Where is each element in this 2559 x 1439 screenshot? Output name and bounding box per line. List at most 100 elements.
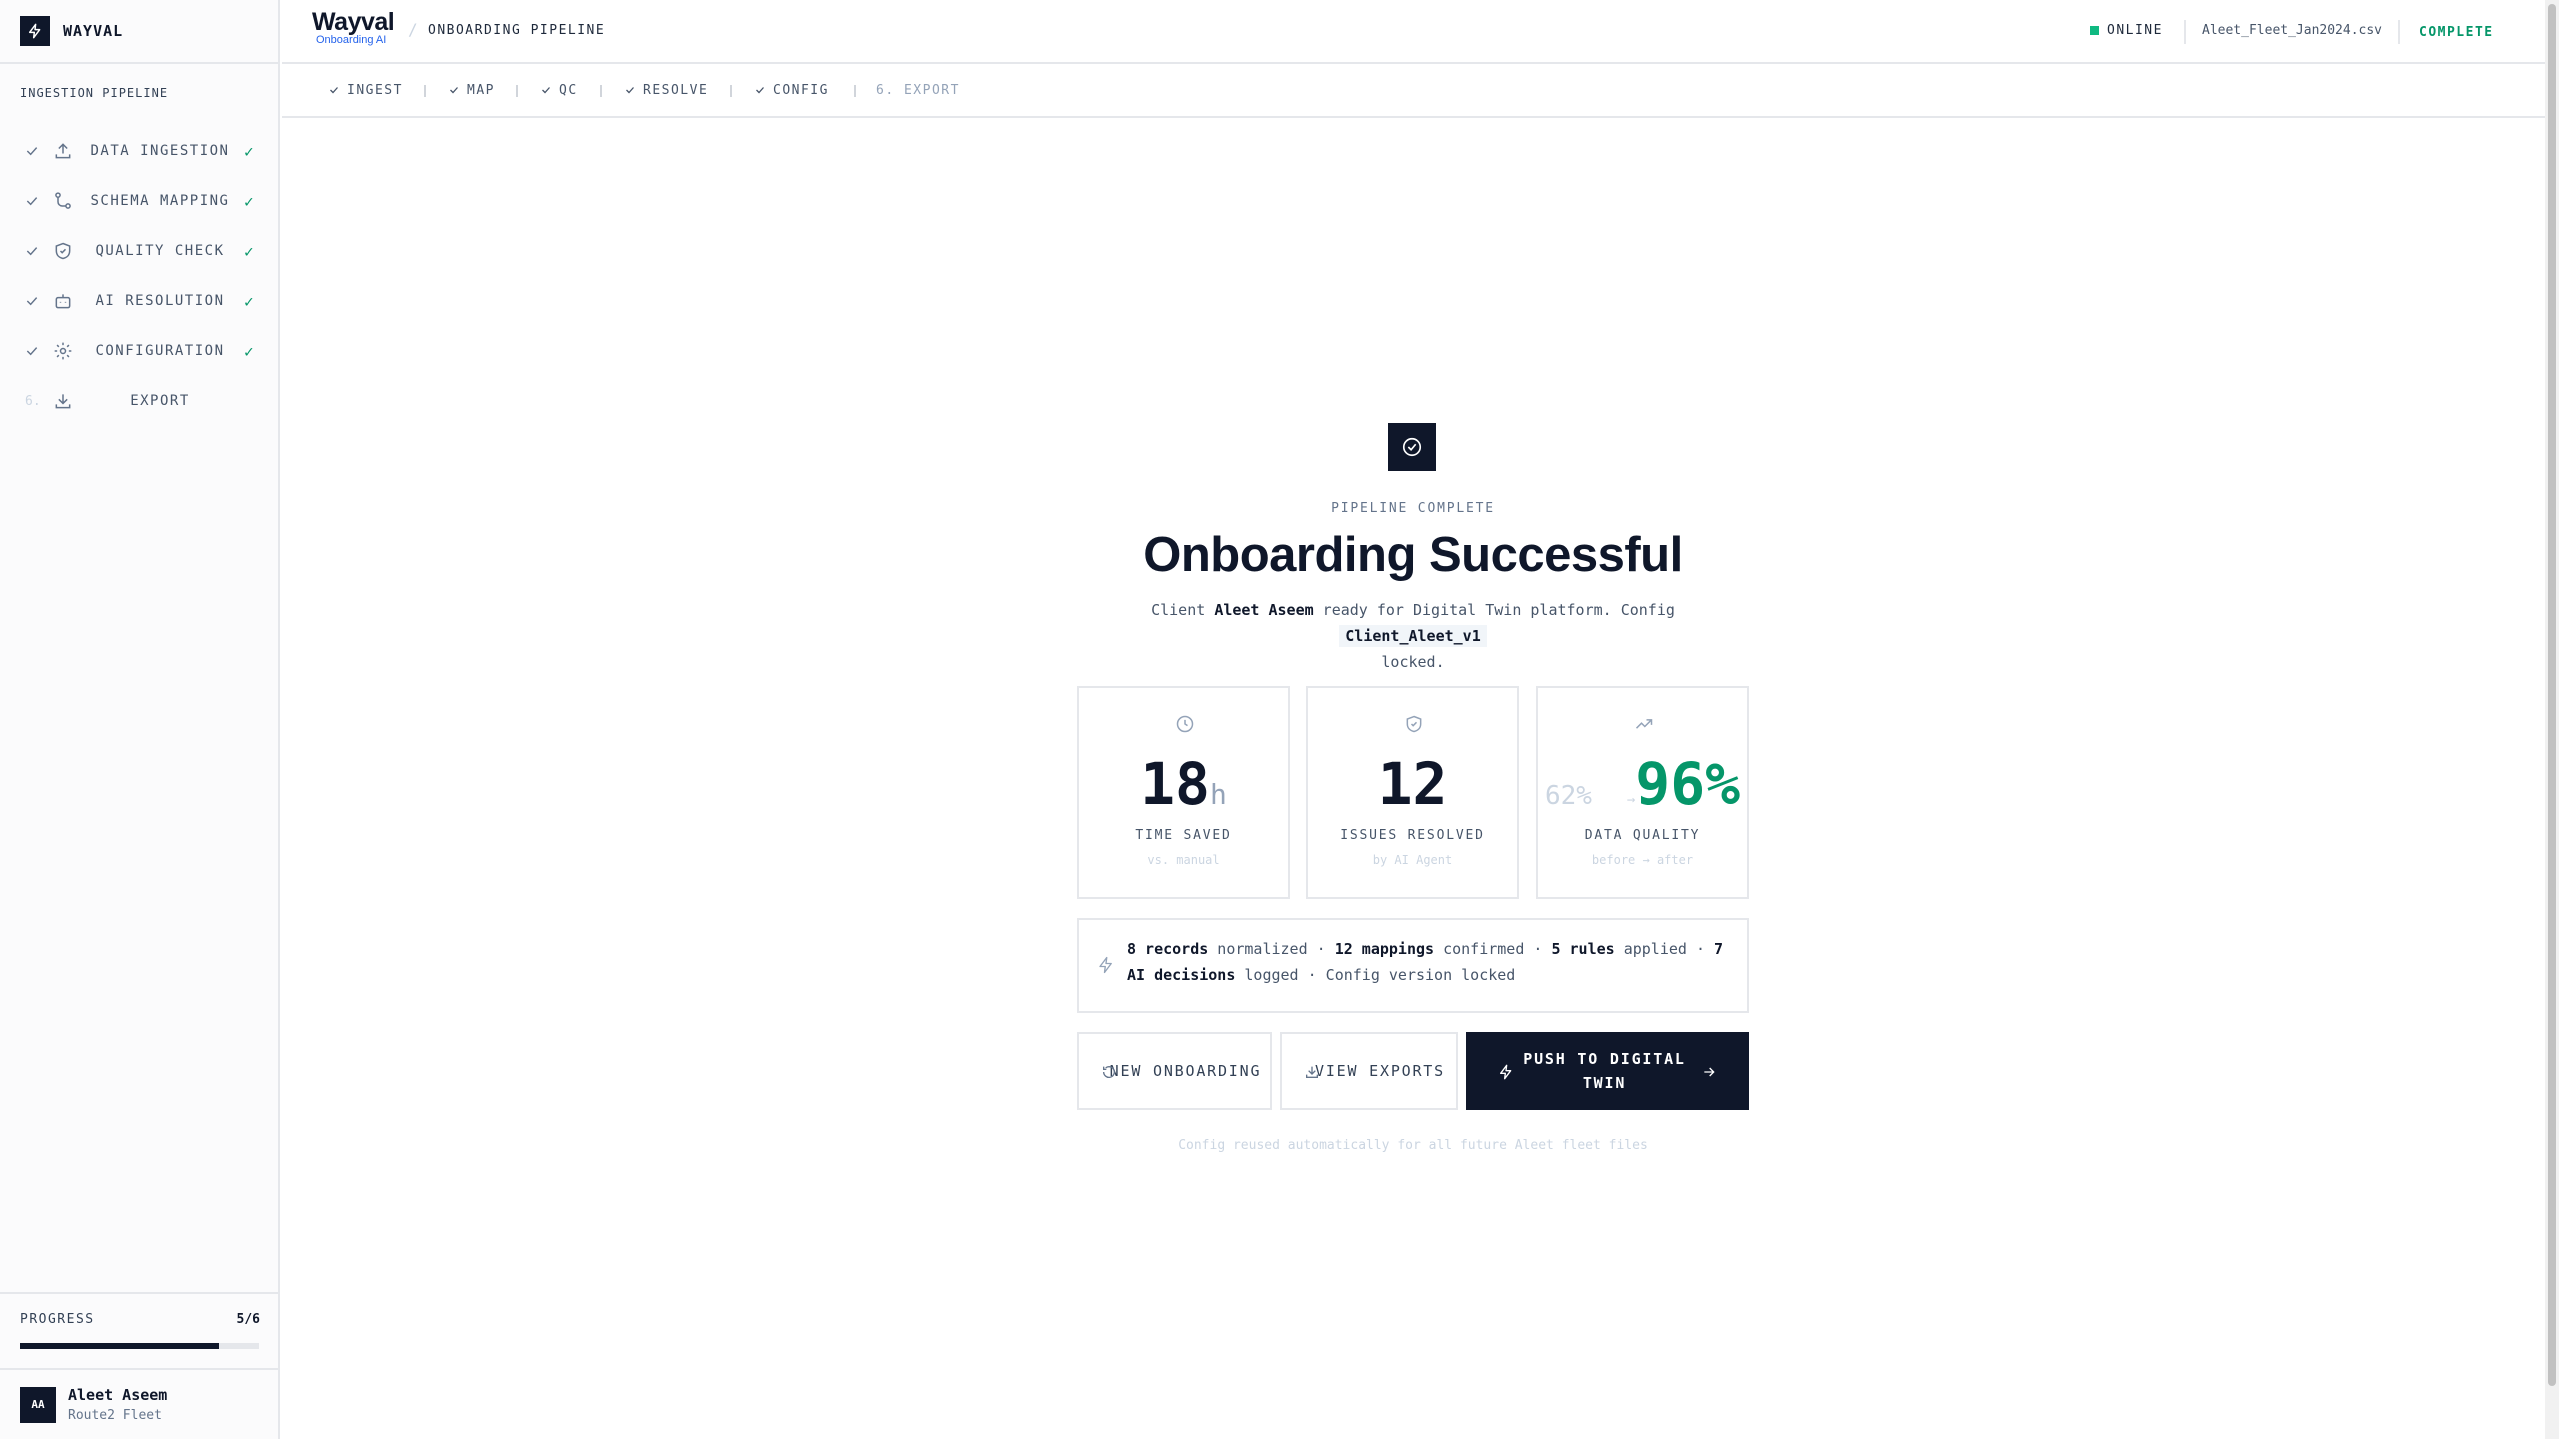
brand[interactable]: WAYVAL — [0, 0, 278, 64]
button-label: PUSH TO DIGITAL TWIN — [1523, 1050, 1686, 1092]
tab-resolve[interactable]: RESOLVE — [624, 64, 708, 116]
sidebar-step-data-ingestion[interactable]: DATA INGESTION ✓ — [0, 126, 280, 176]
done-checkmark: ✓ — [244, 241, 254, 261]
done-checkmark: ✓ — [244, 341, 254, 361]
stat-value: 18h — [1079, 750, 1288, 818]
summary-box: 8 records normalized · 12 mappings confi… — [1077, 918, 1749, 1013]
sidebar-step-export[interactable]: 6. EXPORT — [0, 376, 280, 426]
complete-badge: COMPLETE — [2419, 25, 2494, 40]
stat-sub: before → after — [1591, 853, 1694, 867]
summary-part: applied · — [1614, 940, 1715, 958]
check-icon — [542, 87, 550, 94]
tab-label: 6. EXPORT — [876, 82, 960, 98]
view-exports-button[interactable]: VIEW EXPORTS — [1280, 1032, 1458, 1110]
step-tabs: INGEST MAP QC RESOLVE CONFIG 6. EXPORT — [282, 64, 2545, 118]
scrollbar-thumb[interactable] — [2548, 4, 2556, 1386]
sidebar-step-quality-check[interactable]: QUALITY CHECK ✓ — [0, 226, 280, 276]
action-buttons: NEW ONBOARDING VIEW EXPORTS PUSH TO DIGI… — [1077, 1032, 1749, 1110]
check-icon — [26, 347, 38, 356]
time-saved-value: 18 — [1140, 750, 1210, 818]
download-icon — [55, 394, 71, 409]
sidebar-step-label: EXPORT — [130, 393, 190, 409]
header-divider — [2184, 20, 2186, 44]
file-name: Aleet_Fleet_Jan2024.csv — [2202, 23, 2383, 38]
client-name: Aleet Aseem — [1214, 601, 1314, 619]
stat-value: 62% →96% — [1538, 750, 1747, 818]
bolt-logo-icon — [20, 16, 50, 46]
check-icon — [26, 197, 38, 206]
tab-divider — [730, 85, 732, 97]
desc-text: Client — [1151, 601, 1215, 619]
gear-icon — [54, 342, 72, 360]
breadcrumb[interactable]: ONBOARDING PIPELINE — [428, 23, 605, 38]
done-checkmark: ✓ — [244, 191, 254, 211]
trending-up-icon — [1635, 719, 1653, 729]
records-count: 8 records — [1127, 940, 1209, 958]
check-icon — [26, 147, 38, 156]
desc-text: ready for Digital Twin platform. Config — [1313, 601, 1675, 619]
upload-icon — [55, 143, 71, 159]
user-profile[interactable]: AA Aleet Aseem Route2 Fleet — [0, 1368, 280, 1439]
rules-count: 5 rules — [1551, 940, 1615, 958]
logo-wordmark: Wayval — [312, 8, 395, 36]
check-icon — [450, 87, 458, 94]
tab-map[interactable]: MAP — [448, 64, 495, 116]
sidebar-step-schema-mapping[interactable]: SCHEMA MAPPING ✓ — [0, 176, 280, 226]
tab-qc[interactable]: QC — [540, 64, 578, 116]
tab-label: MAP — [467, 82, 495, 98]
main-content: PIPELINE COMPLETE Onboarding Successful … — [282, 118, 2545, 1439]
done-checkmark: ✓ — [244, 291, 254, 311]
bot-icon — [55, 294, 71, 309]
summary-part: confirmed · — [1434, 940, 1552, 958]
header-divider — [2398, 20, 2400, 44]
download-icon — [1306, 1066, 1318, 1078]
new-onboarding-button[interactable]: NEW ONBOARDING — [1077, 1032, 1272, 1110]
button-label: VIEW EXPORTS — [1315, 1062, 1445, 1080]
pipeline-steps: DATA INGESTION ✓ SCHEMA MAPPING ✓ QUALIT… — [0, 126, 280, 426]
quality-after: 96% — [1635, 750, 1741, 818]
sidebar-step-ai-resolution[interactable]: AI RESOLUTION ✓ — [0, 276, 280, 326]
summary-part: logged · Config version locked — [1235, 966, 1516, 984]
step-number: 6. — [25, 393, 41, 409]
status-dot-icon — [2090, 26, 2099, 35]
check-icon — [626, 87, 634, 94]
tab-export[interactable]: 6. EXPORT — [876, 64, 960, 116]
tab-label: INGEST — [347, 82, 403, 98]
sidebar-step-configuration[interactable]: CONFIGURATION ✓ — [0, 326, 280, 376]
stat-sub: by AI Agent — [1372, 853, 1453, 867]
desc-text: locked. — [1381, 653, 1445, 671]
wayval-logo[interactable]: Wayval Onboarding AI — [312, 8, 395, 47]
user-name: Aleet Aseem — [68, 1386, 168, 1404]
stat-label: DATA QUALITY — [1584, 828, 1701, 843]
logo-subtitle: Onboarding AI — [316, 34, 387, 46]
stat-card-time-saved: 18h TIME SAVED vs. manual — [1077, 686, 1290, 899]
progress-label: PROGRESS — [20, 1312, 95, 1327]
stat-card-data-quality: 62% →96% DATA QUALITY before → after — [1536, 686, 1749, 899]
tab-divider — [424, 85, 426, 97]
scrollbar[interactable] — [2545, 0, 2559, 1439]
summary-part: normalized · — [1208, 940, 1335, 958]
check-icon — [26, 297, 38, 306]
check-icon — [26, 247, 38, 256]
section-label: INGESTION PIPELINE — [20, 86, 169, 100]
tab-config[interactable]: CONFIG — [754, 64, 829, 116]
quality-before: 62% — [1544, 781, 1592, 811]
tab-ingest[interactable]: INGEST — [328, 64, 403, 116]
stat-card-issues-resolved: 12 ISSUES RESOLVED by AI Agent — [1306, 686, 1519, 899]
push-to-digital-twin-button[interactable]: PUSH TO DIGITAL TWIN — [1466, 1032, 1749, 1110]
tab-divider — [600, 85, 602, 97]
footnote: Config reused automatically for all futu… — [1178, 1138, 1648, 1153]
stat-value: 12 — [1377, 750, 1448, 818]
arrow-right-icon — [1704, 1067, 1715, 1077]
shield-check-icon — [1406, 715, 1422, 733]
config-id: Client_Aleet_v1 — [1339, 625, 1487, 647]
breadcrumb-separator: / — [408, 20, 418, 39]
bolt-icon — [1500, 1064, 1512, 1080]
progress-fill — [20, 1343, 220, 1349]
check-icon — [756, 87, 764, 94]
avatar: AA — [20, 1386, 56, 1423]
sidebar-step-label: CONFIGURATION — [95, 343, 225, 359]
clock-icon — [1176, 715, 1194, 733]
sidebar-step-label: DATA INGESTION — [90, 143, 230, 159]
tab-divider — [854, 85, 856, 97]
